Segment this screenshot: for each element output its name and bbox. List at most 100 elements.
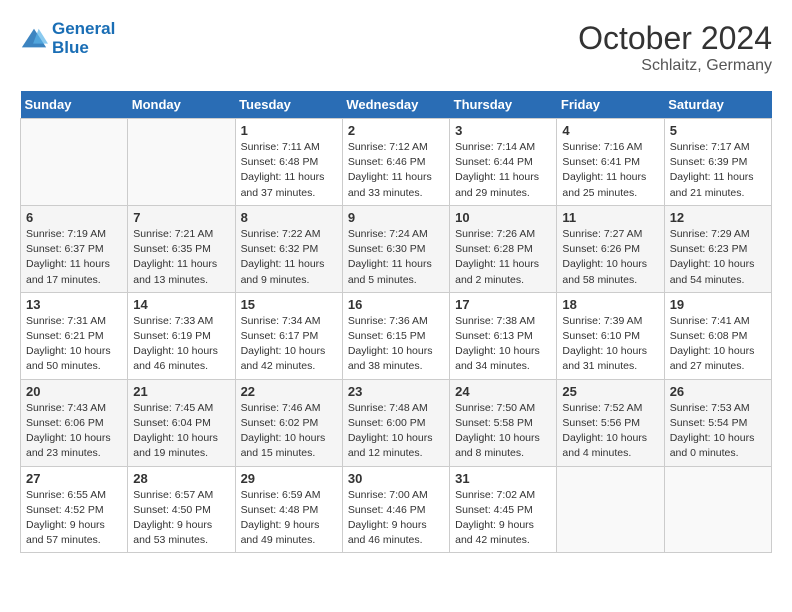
header-cell-tuesday: Tuesday <box>235 91 342 119</box>
header-cell-sunday: Sunday <box>21 91 128 119</box>
day-info: Sunrise: 7:21 AMSunset: 6:35 PMDaylight:… <box>133 227 229 288</box>
day-cell: 5 Sunrise: 7:17 AMSunset: 6:39 PMDaylight… <box>664 119 771 206</box>
day-cell <box>557 466 664 553</box>
day-cell: 30 Sunrise: 7:00 AMSunset: 4:46 PMDayligh… <box>342 466 449 553</box>
day-number: 16 <box>348 297 444 312</box>
day-number: 25 <box>562 384 658 399</box>
day-info: Sunrise: 7:02 AMSunset: 4:45 PMDaylight:… <box>455 488 551 549</box>
week-row-2: 6 Sunrise: 7:19 AMSunset: 6:37 PMDaylight… <box>21 205 772 292</box>
header-cell-thursday: Thursday <box>450 91 557 119</box>
day-info: Sunrise: 7:22 AMSunset: 6:32 PMDaylight:… <box>241 227 337 288</box>
day-cell: 29Sunrise: 6:59 AMSunset: 4:48 PMDayligh… <box>235 466 342 553</box>
day-cell: 21 Sunrise: 7:45 AMSunset: 6:04 PMDayligh… <box>128 379 235 466</box>
day-info: Sunrise: 7:48 AMSunset: 6:00 PMDaylight:… <box>348 401 444 462</box>
day-cell: 13 Sunrise: 7:31 AMSunset: 6:21 PMDayligh… <box>21 292 128 379</box>
day-cell: 24Sunrise: 7:50 AMSunset: 5:58 PMDayligh… <box>450 379 557 466</box>
header-cell-saturday: Saturday <box>664 91 771 119</box>
day-cell: 23 Sunrise: 7:48 AMSunset: 6:00 PMDayligh… <box>342 379 449 466</box>
day-cell: 25Sunrise: 7:52 AMSunset: 5:56 PMDayligh… <box>557 379 664 466</box>
day-number: 20 <box>26 384 122 399</box>
day-cell: 27 Sunrise: 6:55 AMSunset: 4:52 PMDayligh… <box>21 466 128 553</box>
day-cell: 17 Sunrise: 7:38 AMSunset: 6:13 PMDayligh… <box>450 292 557 379</box>
day-cell: 19 Sunrise: 7:41 AMSunset: 6:08 PMDayligh… <box>664 292 771 379</box>
day-cell: 15Sunrise: 7:34 AMSunset: 6:17 PMDayligh… <box>235 292 342 379</box>
day-cell: 28 Sunrise: 6:57 AMSunset: 4:50 PMDayligh… <box>128 466 235 553</box>
day-info: Sunrise: 7:00 AMSunset: 4:46 PMDaylight:… <box>348 488 444 549</box>
header-cell-friday: Friday <box>557 91 664 119</box>
day-info: Sunrise: 6:55 AMSunset: 4:52 PMDaylight:… <box>26 488 122 549</box>
day-info: Sunrise: 7:45 AMSunset: 6:04 PMDaylight:… <box>133 401 229 462</box>
day-info: Sunrise: 7:12 AMSunset: 6:46 PMDaylight:… <box>348 140 444 201</box>
day-number: 15 <box>241 297 337 312</box>
day-info: Sunrise: 7:41 AMSunset: 6:08 PMDaylight:… <box>670 314 766 375</box>
day-info: Sunrise: 7:38 AMSunset: 6:13 PMDaylight:… <box>455 314 551 375</box>
day-info: Sunrise: 6:59 AMSunset: 4:48 PMDaylight:… <box>241 488 337 549</box>
day-info: Sunrise: 7:26 AMSunset: 6:28 PMDaylight:… <box>455 227 551 288</box>
header-cell-monday: Monday <box>128 91 235 119</box>
day-number: 26 <box>670 384 766 399</box>
week-row-3: 13 Sunrise: 7:31 AMSunset: 6:21 PMDayligh… <box>21 292 772 379</box>
day-cell: 16 Sunrise: 7:36 AMSunset: 6:15 PMDayligh… <box>342 292 449 379</box>
day-info: Sunrise: 7:24 AMSunset: 6:30 PMDaylight:… <box>348 227 444 288</box>
day-number: 2 <box>348 123 444 138</box>
day-cell: 12 Sunrise: 7:29 AMSunset: 6:23 PMDayligh… <box>664 205 771 292</box>
day-cell <box>664 466 771 553</box>
day-number: 31 <box>455 471 551 486</box>
day-cell: 3Sunrise: 7:14 AMSunset: 6:44 PMDaylight… <box>450 119 557 206</box>
day-number: 21 <box>133 384 229 399</box>
day-number: 5 <box>670 123 766 138</box>
day-info: Sunrise: 7:11 AMSunset: 6:48 PMDaylight:… <box>241 140 337 201</box>
day-number: 17 <box>455 297 551 312</box>
day-info: Sunrise: 6:57 AMSunset: 4:50 PMDaylight:… <box>133 488 229 549</box>
day-cell: 10 Sunrise: 7:26 AMSunset: 6:28 PMDayligh… <box>450 205 557 292</box>
day-number: 27 <box>26 471 122 486</box>
day-cell: 20Sunrise: 7:43 AMSunset: 6:06 PMDayligh… <box>21 379 128 466</box>
day-info: Sunrise: 7:17 AMSunset: 6:39 PMDaylight:… <box>670 140 766 201</box>
day-info: Sunrise: 7:29 AMSunset: 6:23 PMDaylight:… <box>670 227 766 288</box>
logo-text: General Blue <box>52 20 115 57</box>
day-number: 30 <box>348 471 444 486</box>
calendar-table: SundayMondayTuesdayWednesdayThursdayFrid… <box>20 91 772 553</box>
day-info: Sunrise: 7:53 AMSunset: 5:54 PMDaylight:… <box>670 401 766 462</box>
day-info: Sunrise: 7:19 AMSunset: 6:37 PMDaylight:… <box>26 227 122 288</box>
day-cell: 22Sunrise: 7:46 AMSunset: 6:02 PMDayligh… <box>235 379 342 466</box>
day-number: 10 <box>455 210 551 225</box>
day-number: 11 <box>562 210 658 225</box>
day-info: Sunrise: 7:46 AMSunset: 6:02 PMDaylight:… <box>241 401 337 462</box>
day-cell <box>128 119 235 206</box>
day-number: 12 <box>670 210 766 225</box>
week-row-1: 1Sunrise: 7:11 AMSunset: 6:48 PMDaylight… <box>21 119 772 206</box>
day-number: 14 <box>133 297 229 312</box>
day-number: 18 <box>562 297 658 312</box>
day-cell: 1Sunrise: 7:11 AMSunset: 6:48 PMDaylight… <box>235 119 342 206</box>
day-number: 23 <box>348 384 444 399</box>
day-number: 13 <box>26 297 122 312</box>
day-info: Sunrise: 7:33 AMSunset: 6:19 PMDaylight:… <box>133 314 229 375</box>
day-info: Sunrise: 7:27 AMSunset: 6:26 PMDaylight:… <box>562 227 658 288</box>
day-cell <box>21 119 128 206</box>
title-area: October 2024 Schlaitz, Germany <box>578 20 772 75</box>
day-cell: 26 Sunrise: 7:53 AMSunset: 5:54 PMDayligh… <box>664 379 771 466</box>
day-cell: 7Sunrise: 7:21 AMSunset: 6:35 PMDaylight… <box>128 205 235 292</box>
day-number: 19 <box>670 297 766 312</box>
day-number: 28 <box>133 471 229 486</box>
day-number: 6 <box>26 210 122 225</box>
day-info: Sunrise: 7:14 AMSunset: 6:44 PMDaylight:… <box>455 140 551 201</box>
day-cell: 14 Sunrise: 7:33 AMSunset: 6:19 PMDayligh… <box>128 292 235 379</box>
day-info: Sunrise: 7:31 AMSunset: 6:21 PMDaylight:… <box>26 314 122 375</box>
day-cell: 11 Sunrise: 7:27 AMSunset: 6:26 PMDayligh… <box>557 205 664 292</box>
logo: General Blue <box>20 20 115 57</box>
day-cell: 2 Sunrise: 7:12 AMSunset: 6:46 PMDaylight… <box>342 119 449 206</box>
day-cell: 31 Sunrise: 7:02 AMSunset: 4:45 PMDayligh… <box>450 466 557 553</box>
day-info: Sunrise: 7:16 AMSunset: 6:41 PMDaylight:… <box>562 140 658 201</box>
header-cell-wednesday: Wednesday <box>342 91 449 119</box>
day-info: Sunrise: 7:39 AMSunset: 6:10 PMDaylight:… <box>562 314 658 375</box>
day-info: Sunrise: 7:36 AMSunset: 6:15 PMDaylight:… <box>348 314 444 375</box>
day-number: 9 <box>348 210 444 225</box>
day-cell: 4Sunrise: 7:16 AMSunset: 6:41 PMDaylight… <box>557 119 664 206</box>
location: Schlaitz, Germany <box>578 57 772 75</box>
day-number: 8 <box>241 210 337 225</box>
day-cell: 8 Sunrise: 7:22 AMSunset: 6:32 PMDaylight… <box>235 205 342 292</box>
header: General Blue October 2024 Schlaitz, Germ… <box>20 20 772 75</box>
week-row-4: 20Sunrise: 7:43 AMSunset: 6:06 PMDayligh… <box>21 379 772 466</box>
